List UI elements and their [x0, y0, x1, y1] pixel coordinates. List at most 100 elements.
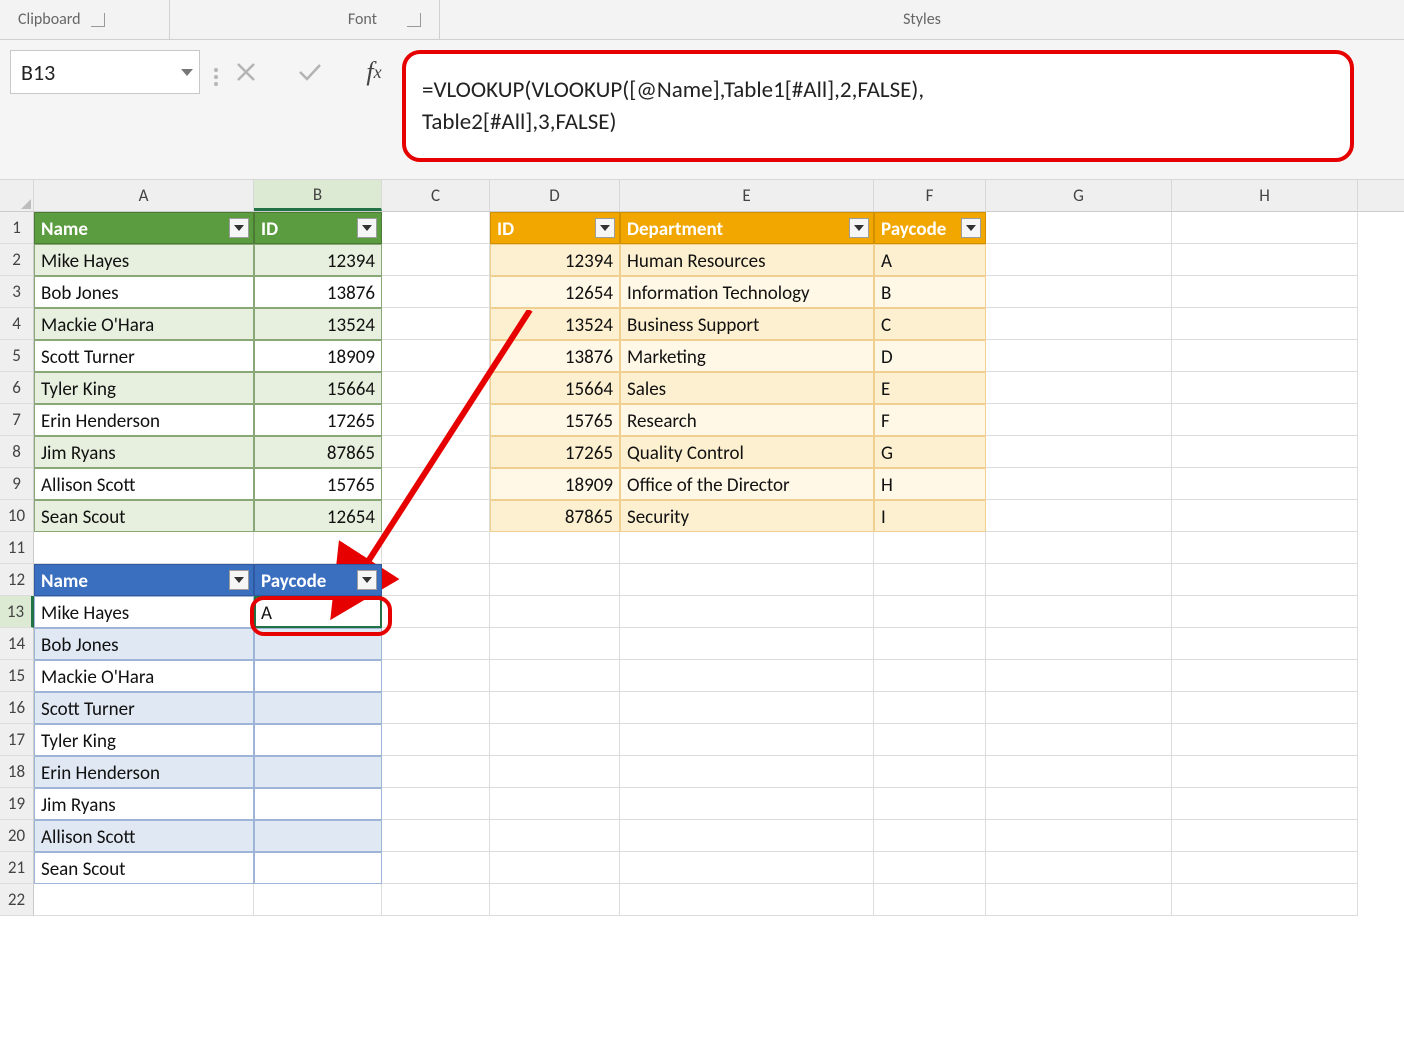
cell[interactable] — [490, 692, 620, 724]
cell[interactable] — [986, 788, 1172, 820]
cell[interactable]: Name — [34, 564, 254, 596]
row-header[interactable]: 17 — [0, 724, 34, 756]
cell[interactable]: 13876 — [254, 276, 382, 308]
cell[interactable]: Mike Hayes — [34, 244, 254, 276]
row-header[interactable]: 11 — [0, 532, 34, 564]
cell[interactable]: Bob Jones — [34, 276, 254, 308]
cell[interactable]: E — [874, 372, 986, 404]
cell[interactable]: 18909 — [490, 468, 620, 500]
cell[interactable]: Tyler King — [34, 372, 254, 404]
cell[interactable] — [986, 372, 1172, 404]
cell[interactable] — [254, 756, 382, 788]
cell[interactable] — [382, 724, 490, 756]
cell[interactable] — [986, 884, 1172, 916]
cell[interactable] — [620, 628, 874, 660]
cell[interactable] — [986, 308, 1172, 340]
cell[interactable] — [382, 660, 490, 692]
cell[interactable] — [1172, 564, 1358, 596]
cell[interactable] — [490, 532, 620, 564]
cell[interactable]: Scott Turner — [34, 692, 254, 724]
cell[interactable]: Research — [620, 404, 874, 436]
cell[interactable] — [382, 500, 490, 532]
filter-icon[interactable] — [357, 218, 377, 238]
cell[interactable]: F — [874, 404, 986, 436]
cell[interactable] — [620, 788, 874, 820]
cell[interactable]: 87865 — [254, 436, 382, 468]
cell[interactable] — [34, 884, 254, 916]
cell[interactable]: 17265 — [490, 436, 620, 468]
column-headers[interactable]: A B C D E F G H — [0, 180, 1404, 212]
cell[interactable] — [382, 628, 490, 660]
cell[interactable] — [1172, 820, 1358, 852]
row-header[interactable]: 14 — [0, 628, 34, 660]
cell[interactable] — [34, 532, 254, 564]
cell[interactable] — [986, 468, 1172, 500]
row-header[interactable]: 5 — [0, 340, 34, 372]
cell[interactable]: H — [874, 468, 986, 500]
cell[interactable]: G — [874, 436, 986, 468]
cell[interactable] — [254, 660, 382, 692]
cell[interactable]: I — [874, 500, 986, 532]
cell[interactable] — [986, 564, 1172, 596]
cell[interactable] — [1172, 244, 1358, 276]
cell[interactable] — [874, 596, 986, 628]
cell[interactable]: 13524 — [490, 308, 620, 340]
cell[interactable] — [986, 436, 1172, 468]
cell[interactable] — [382, 212, 490, 244]
cell[interactable] — [254, 852, 382, 884]
cell[interactable] — [1172, 404, 1358, 436]
spreadsheet-grid[interactable]: A B C D E F G H 1NameIDIDDepartmentPayco… — [0, 180, 1404, 916]
cell[interactable] — [1172, 660, 1358, 692]
cell[interactable]: 12654 — [490, 276, 620, 308]
cell[interactable] — [874, 820, 986, 852]
cell[interactable] — [986, 660, 1172, 692]
cell[interactable] — [620, 532, 874, 564]
cell[interactable]: 87865 — [490, 500, 620, 532]
cell[interactable] — [874, 628, 986, 660]
chevron-down-icon[interactable] — [181, 69, 193, 76]
dialog-launcher-icon[interactable] — [91, 13, 105, 27]
cell[interactable]: Sean Scout — [34, 500, 254, 532]
col-header-C[interactable]: C — [382, 180, 490, 211]
cell[interactable]: Quality Control — [620, 436, 874, 468]
cell[interactable]: Security — [620, 500, 874, 532]
cell[interactable] — [874, 788, 986, 820]
filter-icon[interactable] — [357, 570, 377, 590]
cell[interactable]: D — [874, 340, 986, 372]
cell[interactable] — [490, 596, 620, 628]
row-header[interactable]: 13 — [0, 596, 34, 628]
cell[interactable] — [382, 468, 490, 500]
cell[interactable]: Jim Ryans — [34, 436, 254, 468]
row-header[interactable]: 19 — [0, 788, 34, 820]
cell[interactable] — [490, 724, 620, 756]
cell[interactable] — [382, 564, 490, 596]
cell[interactable]: Office of the Director — [620, 468, 874, 500]
cell[interactable] — [382, 308, 490, 340]
cell[interactable] — [382, 340, 490, 372]
cell[interactable] — [490, 788, 620, 820]
cell[interactable]: 12654 — [254, 500, 382, 532]
cell[interactable] — [1172, 756, 1358, 788]
cell[interactable]: Scott Turner — [34, 340, 254, 372]
cell[interactable] — [1172, 276, 1358, 308]
cell[interactable]: A — [874, 244, 986, 276]
formula-input[interactable]: =VLOOKUP(VLOOKUP([@Name],Table1[#All],2,… — [402, 50, 1354, 162]
cell[interactable]: Sales — [620, 372, 874, 404]
cell[interactable]: Tyler King — [34, 724, 254, 756]
filter-icon[interactable] — [595, 218, 615, 238]
select-all-corner[interactable] — [0, 180, 34, 211]
cell[interactable]: Marketing — [620, 340, 874, 372]
cell[interactable] — [1172, 692, 1358, 724]
cell[interactable] — [490, 628, 620, 660]
cell[interactable] — [874, 756, 986, 788]
cell[interactable] — [986, 340, 1172, 372]
row-header[interactable]: 3 — [0, 276, 34, 308]
cell[interactable] — [986, 500, 1172, 532]
cell[interactable]: 12394 — [254, 244, 382, 276]
cell[interactable]: 15765 — [490, 404, 620, 436]
cell[interactable] — [986, 244, 1172, 276]
cell[interactable] — [1172, 308, 1358, 340]
cell[interactable]: Sean Scout — [34, 852, 254, 884]
cell[interactable]: 13524 — [254, 308, 382, 340]
cell[interactable] — [986, 276, 1172, 308]
